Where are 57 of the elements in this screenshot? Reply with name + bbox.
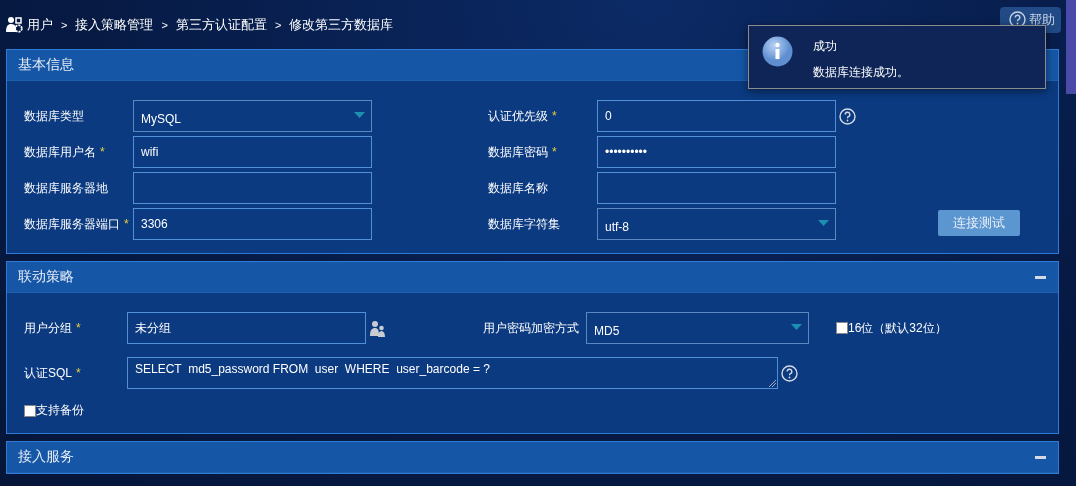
caret-icon xyxy=(791,324,802,330)
required-mark: * xyxy=(76,365,81,380)
breadcrumb-item[interactable]: 修改第三方数据库 xyxy=(289,15,394,34)
help-icon[interactable] xyxy=(839,107,856,125)
select-field[interactable]: MD5 xyxy=(586,312,809,344)
scrollbar[interactable] xyxy=(1066,0,1076,94)
field-label: 认证优先级 xyxy=(488,108,548,123)
text-field[interactable]: 未分组 xyxy=(127,312,366,344)
users-icon[interactable] xyxy=(369,319,386,337)
toast-message: 数据库连接成功。 xyxy=(813,64,909,81)
checkbox-label: 支持备份 xyxy=(36,402,84,419)
collapse-icon[interactable] xyxy=(1035,275,1046,279)
password-field[interactable]: •••••••••• xyxy=(597,136,836,168)
text-field[interactable]: 0 xyxy=(597,100,836,132)
field-label: 数据库字符集 xyxy=(488,216,560,231)
help-icon[interactable] xyxy=(781,364,798,382)
checkbox[interactable] xyxy=(24,404,36,417)
text-field[interactable] xyxy=(133,172,372,204)
field-label: 数据库服务器端口 xyxy=(24,216,120,231)
field-label: 认证SQL xyxy=(24,365,72,380)
collapse-icon[interactable] xyxy=(1035,455,1046,459)
field-label: 用户密码加密方式 xyxy=(483,320,579,335)
toast-title: 成功 xyxy=(813,38,838,55)
field-label: 数据库密码 xyxy=(488,144,548,159)
breadcrumb-item[interactable]: 用户 xyxy=(27,15,53,34)
caret-icon xyxy=(818,220,829,226)
panel-title: 基本信息 xyxy=(18,56,74,74)
field-label: 数据库服务器地 xyxy=(24,180,108,195)
resize-grip-icon[interactable] xyxy=(768,379,776,387)
text-field[interactable] xyxy=(597,172,836,204)
caret-icon xyxy=(354,112,365,118)
field-label: 用户分组 xyxy=(24,320,72,335)
required-mark: * xyxy=(124,216,129,231)
required-mark: * xyxy=(100,144,105,159)
breadcrumb-item[interactable]: 接入策略管理 xyxy=(75,15,154,34)
user-settings-icon xyxy=(6,16,23,33)
checkbox-label: 16位（默认32位） xyxy=(848,319,947,337)
checkbox[interactable] xyxy=(836,322,848,334)
select-field[interactable]: utf-8 xyxy=(597,208,836,240)
info-icon xyxy=(762,36,793,67)
breadcrumb-item[interactable]: 第三方认证配置 xyxy=(175,15,267,34)
select-field[interactable]: MySQL xyxy=(133,100,372,132)
help-icon[interactable] xyxy=(1009,11,1026,28)
panel-title: 接入服务 xyxy=(18,448,74,466)
required-mark: * xyxy=(552,144,557,159)
text-field[interactable]: wifi xyxy=(133,136,372,168)
required-mark: * xyxy=(552,108,557,123)
required-mark: * xyxy=(76,320,81,335)
text-field[interactable]: 3306 xyxy=(133,208,372,240)
sql-field[interactable]: SELECT md5_password FROM user WHERE user_barcode = ? xyxy=(127,357,778,389)
panel-title: 联动策略 xyxy=(18,268,74,286)
field-label: 数据库名称 xyxy=(488,180,548,195)
breadcrumb-separator: > xyxy=(161,18,168,31)
breadcrumb-separator: > xyxy=(274,18,282,31)
field-label: 数据库用户名 xyxy=(24,144,96,159)
breadcrumb-separator: > xyxy=(61,18,68,31)
field-label: 数据库类型 xyxy=(24,108,84,123)
